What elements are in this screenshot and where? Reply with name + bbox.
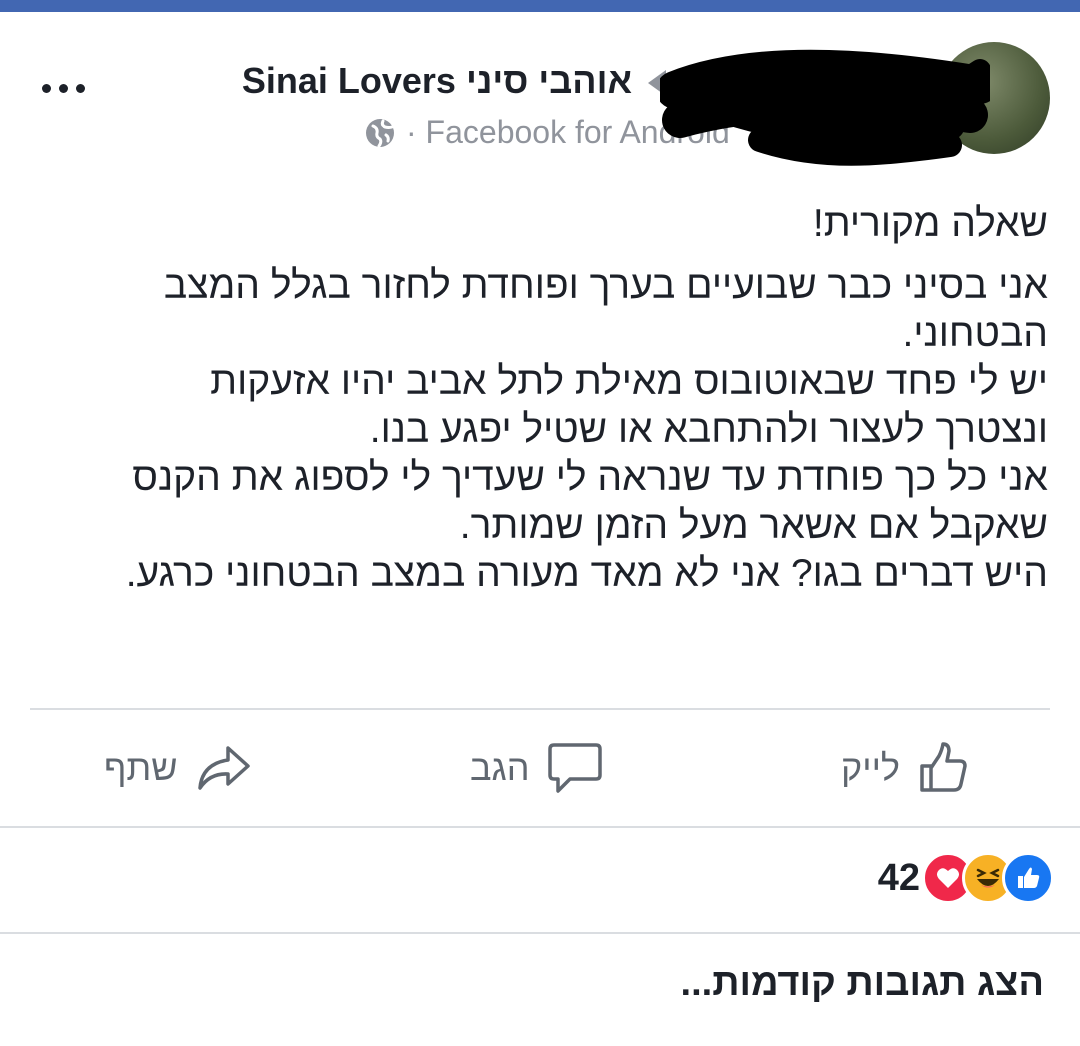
like-button[interactable]: לייק [841,738,972,798]
reactions-summary[interactable]: 42 [878,852,1054,904]
dot-icon [59,84,68,93]
share-button[interactable]: שתף [104,738,252,798]
more-options-button[interactable] [42,84,85,93]
group-name-link[interactable]: Sinai Lovers אוהבי סיני [242,60,632,102]
post-body: שאלה מקורית! אני בסיני כבר שבועיים בערך … [48,200,1048,598]
divider [0,932,1080,934]
redaction-scribble [660,49,990,166]
comment-bubble-icon [547,743,602,793]
divider [0,826,1080,828]
post-text-line: ונצטרך לעצור ולהתחבא או שטיל יפגע בנו. [369,408,1048,451]
comment-label: הגב [470,747,530,788]
dot-icon [76,84,85,93]
like-reaction-icon [1002,852,1054,904]
share-label: שתף [104,747,178,788]
reaction-count: 42 [877,856,920,899]
top-bar [0,0,1080,12]
like-label: לייק [840,747,900,788]
dot-icon [42,84,51,93]
show-previous-comments-link[interactable]: הצג תגובות קודמות... [681,962,1044,1005]
post-title: שאלה מקורית! [812,202,1048,245]
globe-icon [366,118,394,147]
post-text-line: אני בסיני כבר שבועיים בערך ופוחדת לחזור … [163,264,1048,307]
post-text-line: הבטחוני. [902,312,1048,355]
comment-button[interactable]: הגב [470,738,604,798]
post-text-line: שאקבל אם אשאר מעל הזמן שמותר. [459,504,1048,547]
divider [30,708,1050,710]
post-text-line: היש דברים בגו? אני לא מאד מעורה במצב הבט… [125,552,1048,595]
share-arrow-icon [197,746,250,790]
post-text-line: אני כל כך פוחדת עד שנראה לי שעדיך לי לספ… [132,456,1048,499]
thumbs-up-icon [920,742,967,792]
post-text-line: יש לי פחד שבאוטובוס מאילת לתל אביב יהיו … [210,360,1048,403]
